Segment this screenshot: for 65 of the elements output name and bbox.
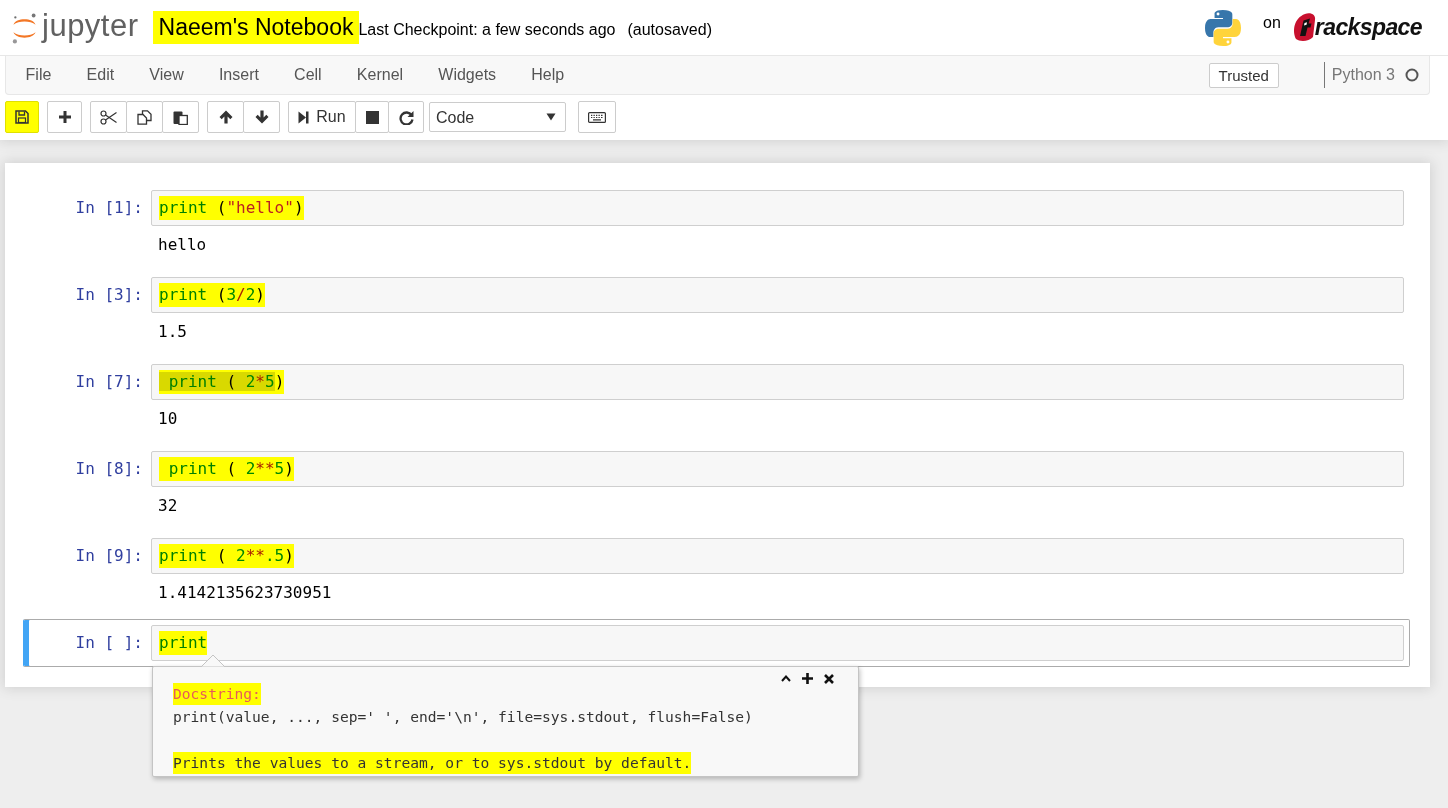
close-icon[interactable] [824, 673, 834, 684]
menu-item[interactable]: Kernel [339, 56, 421, 94]
stop-square-icon [365, 110, 379, 124]
save-button[interactable] [5, 101, 39, 133]
input-prompt: In [3]: [74, 284, 144, 306]
input-prompt: In [1]: [74, 197, 144, 219]
orbit-logo-icon [12, 12, 37, 44]
menu-item[interactable]: Cell [276, 56, 340, 94]
output-text: 1.5 [157, 321, 187, 343]
move-up-button[interactable] [207, 101, 244, 133]
menu-item[interactable]: Edit [68, 56, 132, 94]
input-prompt: In [7]: [74, 371, 144, 393]
caret-down-icon [546, 113, 556, 121]
input-prompt: In [9]: [74, 545, 144, 567]
code-input[interactable]: print ( 2**.5) [151, 538, 1404, 574]
checkpoint-status: Last Checkpoint: a few seconds ago [358, 20, 616, 39]
keyboard-icon [588, 111, 606, 123]
step-forward-icon [298, 110, 310, 124]
app-name: jupyter [42, 10, 139, 41]
code-input[interactable]: print ( 2*5) [151, 364, 1404, 400]
plus-icon [57, 110, 72, 124]
menu-item[interactable]: Help [513, 56, 582, 94]
output-text: 10 [157, 408, 178, 430]
brand-wordmark: rackspace [1314, 14, 1422, 41]
signature-text: print(value, ..., sep=' ', end='\n', file=sys.stdout, flush=False) [173, 708, 753, 725]
kernel-name: Python 3 [1323, 62, 1395, 88]
arrow-down-icon [254, 110, 269, 124]
code-input[interactable]: print ("hello") [151, 190, 1404, 226]
plus-icon[interactable] [802, 673, 813, 684]
input-prompt: In [8]: [74, 458, 144, 480]
clipboard-icon [173, 109, 188, 125]
restart-button[interactable] [388, 101, 424, 133]
cut-button[interactable] [90, 101, 127, 133]
code-input[interactable]: print [151, 625, 1404, 661]
arrow-up-icon [218, 110, 233, 124]
notebook-title[interactable]: Naeem's Notebook [152, 11, 360, 44]
copy-button[interactable] [126, 101, 163, 133]
menu-item[interactable]: Insert [201, 56, 277, 94]
copy-icon [137, 109, 152, 125]
output-text: 32 [157, 495, 178, 517]
cell-type-dropdown[interactable]: Code [429, 102, 566, 132]
menu-item[interactable]: Widgets [420, 56, 514, 94]
insert-cell-button[interactable] [47, 101, 82, 133]
menu-item[interactable]: View [131, 56, 202, 94]
docstring-description: Prints the values to a stream, or to sys.stdout by default. [173, 752, 692, 774]
autosave-status: (autosaved) [627, 20, 712, 39]
input-prompt: In [ ]: [74, 632, 144, 654]
on-label: on [1263, 13, 1281, 32]
code-input[interactable]: print ( 2**5) [151, 451, 1404, 487]
caret-up-icon[interactable] [781, 675, 791, 682]
output-text: 1.4142135623730951 [157, 582, 332, 604]
stop-button[interactable] [355, 101, 389, 133]
scissors-icon [100, 109, 117, 125]
keyboard-shortcuts-button[interactable] [578, 101, 616, 133]
move-down-button[interactable] [243, 101, 280, 133]
menu-item[interactable]: File [8, 56, 69, 94]
code-input[interactable]: print (3/2) [151, 277, 1404, 313]
output-text: hello [157, 234, 207, 256]
restart-icon [398, 109, 414, 125]
trusted-button[interactable]: Trusted [1208, 62, 1279, 88]
emblem-icon [1291, 11, 1316, 42]
snakes-logo-icon [1205, 9, 1242, 46]
run-button[interactable]: Run [288, 101, 356, 133]
paste-button[interactable] [162, 101, 199, 133]
docstring-heading: Docstring: [173, 683, 261, 705]
